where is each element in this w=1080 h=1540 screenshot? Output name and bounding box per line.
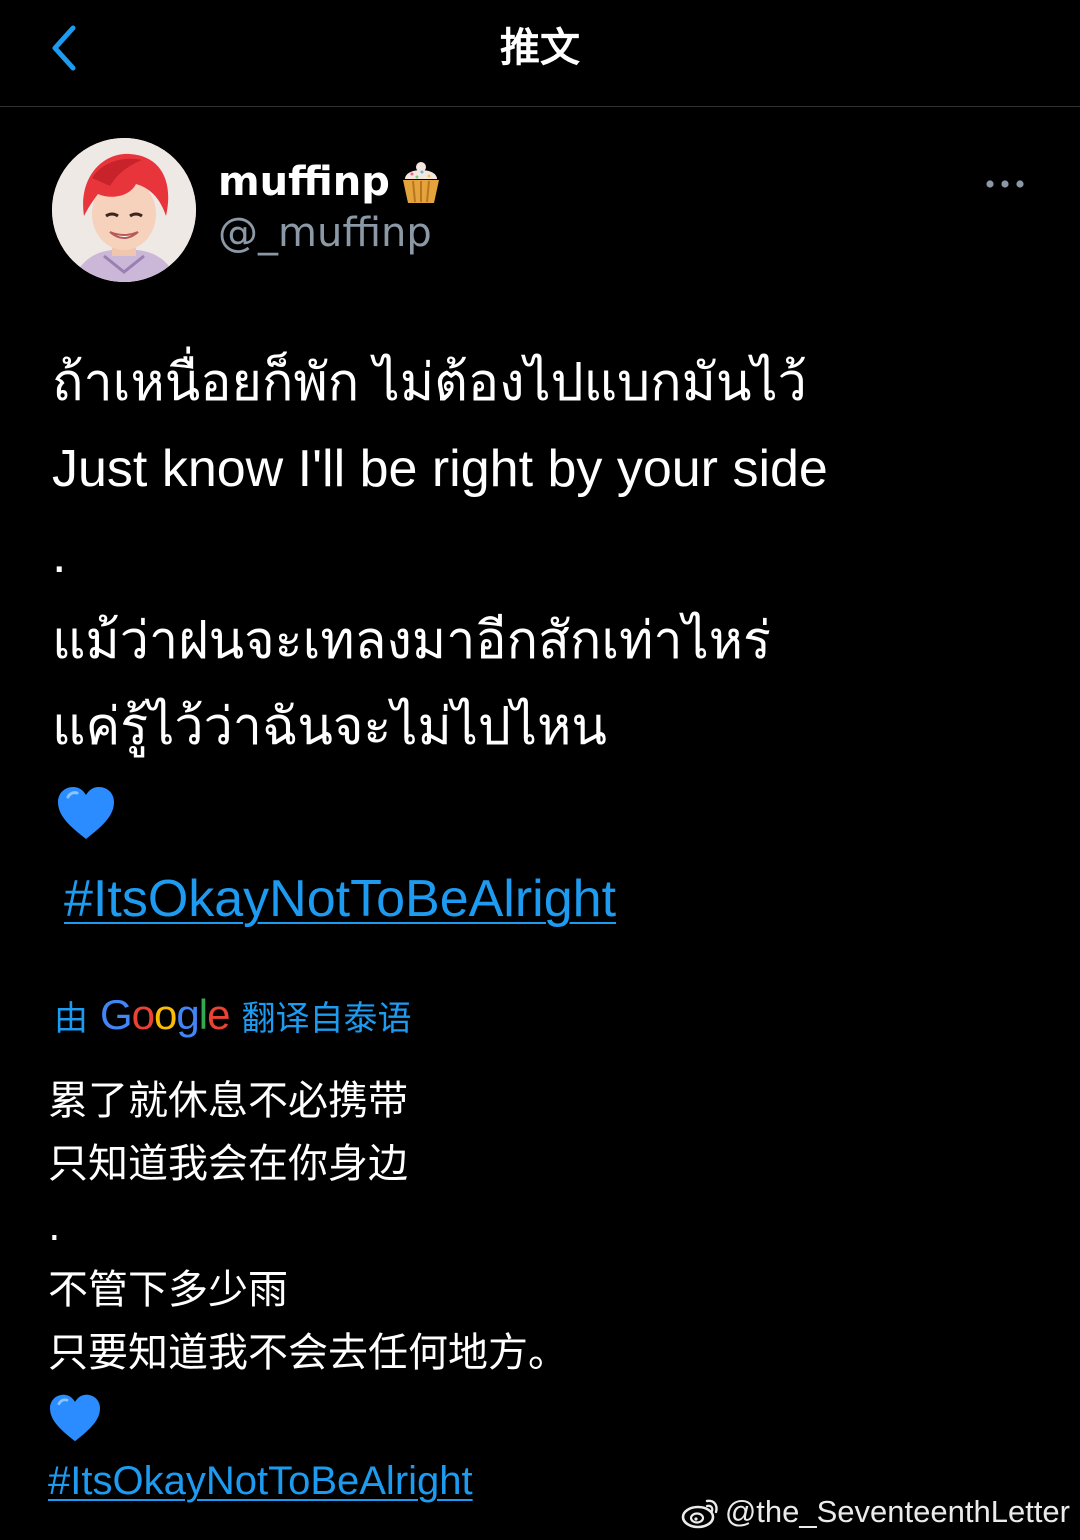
author-name-row[interactable]: muffinp	[218, 152, 446, 212]
blue-heart-icon	[58, 787, 114, 839]
weibo-watermark: @the_SeventeenthLetter	[681, 1490, 1070, 1534]
tweet-body: ถ้าเหนื่อยก็พัก ไม่ต้องไปแบกมันไว้ Just …	[52, 340, 1042, 942]
translated-from-suffix: 翻译自泰语	[241, 998, 412, 1039]
tweet-line: แม้ว่าฝนจะเทลงมาอีกสักเท่าไหร่	[52, 612, 771, 670]
translated-by-prefix: 由	[54, 998, 88, 1039]
blue-heart-icon	[50, 1394, 100, 1442]
tweet-line: Just know I'll be right by your side	[52, 440, 828, 498]
user-handle[interactable]: @_muffinp	[218, 210, 432, 256]
heart-emoji	[48, 1385, 1038, 1451]
more-options-button[interactable]	[980, 164, 1030, 204]
watermark-text: @the_SeventeenthLetter	[724, 1494, 1070, 1529]
display-name[interactable]: muffinp	[218, 159, 390, 205]
avatar-image	[52, 138, 196, 282]
more-horizontal-icon	[986, 180, 1024, 188]
cupcake-icon	[402, 162, 439, 203]
translation-label[interactable]: 由 Google 翻译自泰语	[54, 988, 411, 1042]
avatar[interactable]	[52, 138, 196, 282]
weibo-icon	[681, 1499, 718, 1529]
translated-body: 累了就休息不必携带 只知道我会在你身边 . 不管下多少雨 只要知道我不会去任何地…	[48, 1070, 1038, 1511]
translated-line: 累了就休息不必携带	[48, 1078, 408, 1124]
translated-line: 只知道我会在你身边	[48, 1141, 408, 1187]
translated-line: 只要知道我不会去任何地方。	[48, 1330, 568, 1376]
translated-line: .	[48, 1204, 61, 1250]
top-bar: 推文	[0, 0, 1080, 107]
hashtag-link[interactable]: #ItsOkayNotToBeAlright	[64, 856, 616, 942]
tweet-line: .	[52, 526, 67, 584]
tweet-line: แค่รู้ไว้ว่าฉันจะไม่ไปไหน	[52, 698, 607, 756]
tweet-line: ถ้าเหนื่อยก็พัก ไม่ต้องไปแบกมันไว้	[52, 354, 807, 412]
translated-line: 不管下多少雨	[48, 1267, 288, 1313]
translated-hashtag-link[interactable]: #ItsOkayNotToBeAlright	[48, 1459, 473, 1503]
google-logo: Google	[100, 991, 230, 1038]
heart-emoji	[52, 770, 1042, 856]
page-title: 推文	[500, 25, 580, 71]
